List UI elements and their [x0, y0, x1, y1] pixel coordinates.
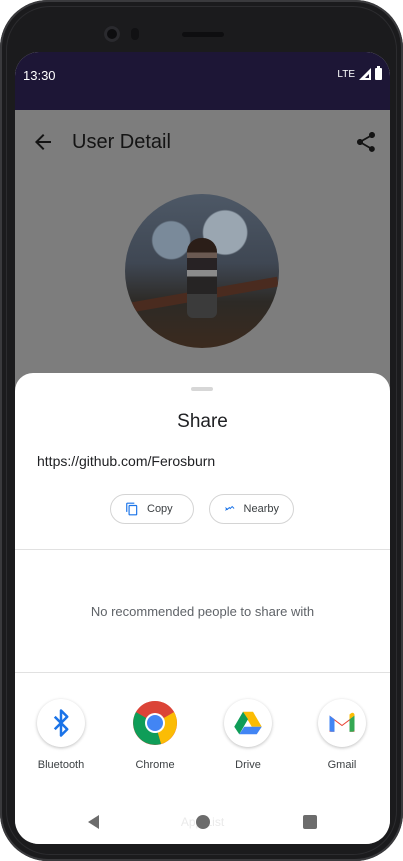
divider [15, 549, 390, 550]
nearby-icon [225, 505, 235, 511]
user-avatar [125, 194, 279, 348]
shared-url: https://github.com/Ferosburn [37, 453, 216, 469]
share-sheet: Share https://github.com/Ferosburn Copy … [15, 373, 390, 844]
share-target-label: Drive [235, 759, 261, 771]
gmail-icon [329, 712, 355, 732]
share-sheet-title: Share [177, 411, 228, 432]
back-arrow-icon[interactable] [31, 130, 55, 154]
share-target-label: Chrome [135, 759, 175, 771]
share-target-label: Gmail [327, 759, 357, 771]
copy-label: Copy [147, 503, 173, 515]
divider [15, 672, 390, 673]
share-target-bluetooth[interactable]: Bluetooth [21, 699, 101, 771]
share-icon[interactable] [354, 130, 378, 154]
share-target-chrome[interactable]: Chrome [115, 699, 195, 771]
nav-back-icon[interactable] [85, 813, 103, 831]
drive-icon [234, 711, 262, 735]
share-target-gmail[interactable]: Gmail [302, 699, 382, 771]
share-target-label: Bluetooth [37, 759, 85, 771]
share-targets: Bluetooth Chrome Drive Gmail [15, 699, 390, 779]
app-bar: User Detail [15, 110, 390, 174]
no-recommendations-text: No recommended people to share with [90, 604, 315, 619]
chrome-icon [133, 701, 177, 745]
battery-icon [375, 66, 382, 80]
drag-handle[interactable] [191, 387, 213, 391]
phone-frame: 13:30 LTE User Detail Share https://gith… [0, 0, 403, 861]
system-nav-bar [15, 803, 390, 843]
status-time: 13:30 [23, 68, 56, 83]
page-title: User Detail [72, 131, 171, 153]
nearby-label: Nearby [243, 503, 279, 515]
nav-recents-icon[interactable] [303, 815, 317, 829]
copy-button[interactable]: Copy [110, 494, 194, 524]
front-camera [104, 26, 120, 42]
avatar-photo-person [187, 238, 217, 318]
copy-icon [126, 502, 138, 516]
network-type: LTE [337, 68, 355, 80]
signal-icon [359, 68, 371, 80]
status-bar: 13:30 LTE [15, 52, 390, 110]
share-target-drive[interactable]: Drive [208, 699, 288, 771]
earpiece-speaker [182, 32, 224, 37]
nav-home-icon[interactable] [196, 815, 210, 829]
screen: 13:30 LTE User Detail Share https://gith… [15, 52, 390, 844]
sensor [131, 28, 139, 40]
bluetooth-icon [53, 709, 69, 737]
status-indicators: LTE [337, 66, 382, 80]
nearby-button[interactable]: Nearby [209, 494, 294, 524]
